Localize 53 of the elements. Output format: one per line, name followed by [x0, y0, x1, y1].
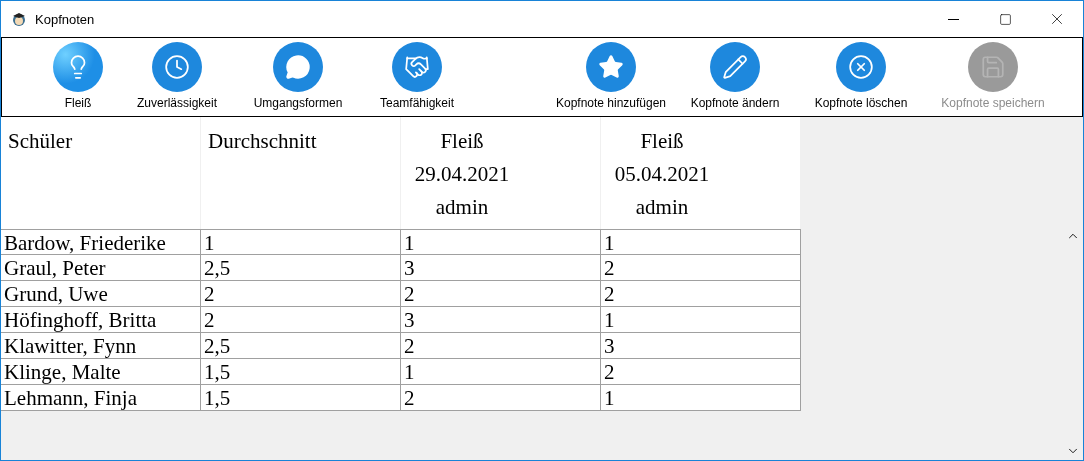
table-cell: 2 — [401, 333, 601, 359]
table-cell: 1 — [601, 307, 801, 333]
header-text: admin — [435, 194, 489, 221]
table-cell: 2,5 — [201, 333, 401, 359]
star-icon — [598, 54, 624, 80]
category-button[interactable]: Umgangsformen — [238, 38, 358, 110]
pencil-icon — [722, 54, 748, 80]
table-cell: Lehmann, Finja — [1, 385, 201, 411]
table-cell: 1 — [201, 229, 401, 255]
header-text: Fleiß — [440, 128, 484, 155]
table-cell: Grund, Uwe — [1, 281, 201, 307]
header-text: Durchschnitt — [208, 128, 317, 155]
table-cell: 1 — [601, 229, 801, 255]
table-cell: 1,5 — [201, 359, 401, 385]
table-cell: 1 — [401, 229, 601, 255]
header-text: 29.04.2021 — [414, 161, 510, 188]
table-cell: 2 — [201, 281, 401, 307]
table-cell: 1 — [401, 359, 601, 385]
maximize-icon — [998, 12, 1012, 26]
table-cell: 3 — [401, 255, 601, 281]
toolbar-button[interactable]: Kopfnote ändern — [682, 38, 788, 110]
category-button[interactable]: Zuverlässigkeit — [128, 38, 226, 110]
toolbar-button[interactable]: Kopfnote hinzufügen — [541, 38, 681, 110]
table-cell: Bardow, Friederike — [1, 229, 201, 255]
table-cell: 2 — [601, 359, 801, 385]
minimize-icon — [947, 18, 959, 20]
app-icon — [11, 11, 27, 27]
table-cell: 2,5 — [201, 255, 401, 281]
cross-circle-icon — [848, 54, 874, 80]
table-cell: 2 — [401, 385, 601, 411]
clock-icon — [164, 54, 190, 80]
table-cell: 2 — [401, 281, 601, 307]
table-cell: Klawitter, Fynn — [1, 333, 201, 359]
table-cell: Graul, Peter — [1, 255, 201, 281]
table-cell: Höfinghoff, Britta — [1, 307, 201, 333]
handshake-icon — [404, 54, 430, 80]
toolbar-button[interactable]: Kopfnote löschen — [806, 38, 916, 110]
window-title: Kopfnoten — [35, 11, 96, 27]
table-cell: Klinge, Malte — [1, 359, 201, 385]
category-button[interactable]: Teamfähigkeit — [362, 38, 472, 110]
table-cell: 2 — [601, 255, 801, 281]
table-cell: 2 — [601, 281, 801, 307]
header-text: Fleiß — [640, 128, 684, 155]
header-text: admin — [635, 194, 689, 221]
table-cell: 3 — [601, 333, 801, 359]
table-cell: 1,5 — [201, 385, 401, 411]
table-cell: 1 — [601, 385, 801, 411]
header-text: Schüler — [8, 128, 73, 155]
table-cell: 2 — [201, 307, 401, 333]
category-button[interactable]: Fleiß — [28, 38, 128, 110]
table-cell: 3 — [401, 307, 601, 333]
speech-bubble-icon — [285, 54, 311, 80]
header-text: 05.04.2021 — [614, 161, 710, 188]
